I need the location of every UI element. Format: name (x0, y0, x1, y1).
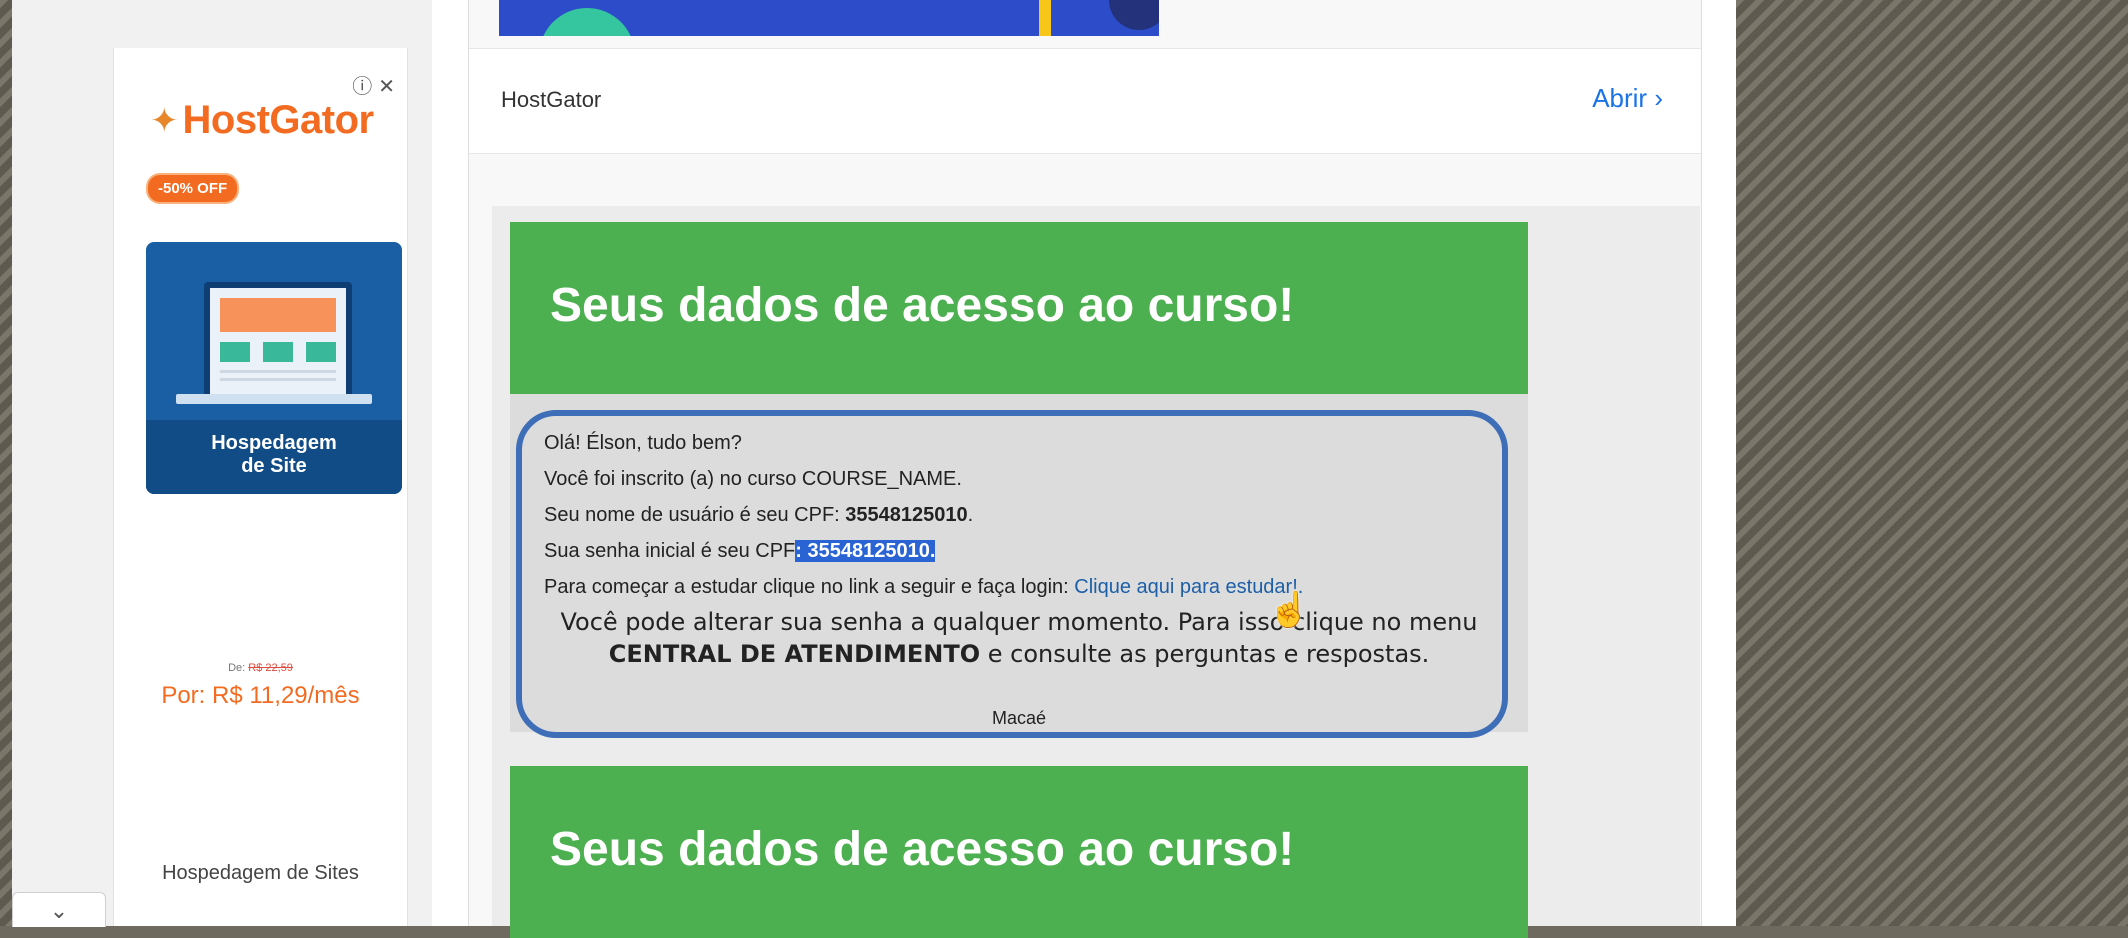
promo-card[interactable]: Hospedagem de Site (146, 242, 402, 494)
new-price: Por: R$ 11,29/mês (161, 682, 360, 709)
hand-cursor-icon: ☝ (1268, 591, 1311, 629)
chevron-down-icon: ⌄ (49, 898, 69, 923)
background-stripes-right (1736, 0, 2128, 926)
email-header-repeat: Seus dados de acesso ao curso! (510, 766, 1528, 938)
ad-footer-text[interactable]: Hospedagem de Sites (114, 862, 407, 885)
laptop-icon (204, 282, 352, 400)
email-heading-repeat: Seus dados de acesso ao curso! (550, 823, 1295, 876)
open-ad-button[interactable]: Abrir › (1592, 83, 1663, 114)
background-stripes-left (0, 0, 12, 926)
old-price: De: R$ 22,59 (228, 662, 293, 674)
advertiser-name: HostGator (501, 87, 602, 112)
chevron-right-icon: › (1654, 83, 1663, 113)
discount-badge: -50% OFF (146, 173, 240, 204)
email-heading: Seus dados de acesso ao curso! (550, 279, 1295, 332)
brand-name: HostGator (182, 98, 375, 142)
ad-bar: HostGator Abrir › (469, 48, 1701, 154)
info-icon[interactable]: ⓘ (352, 76, 378, 98)
email-header: Seus dados de acesso ao curso! (510, 222, 1528, 394)
close-icon[interactable]: ✕ (378, 76, 401, 98)
highlight-annotation (516, 410, 1508, 738)
ad-controls: ⓘ✕ (352, 70, 401, 99)
hostgator-logo[interactable]: ✦ HostGator (150, 98, 374, 143)
hostgator-ad[interactable]: ⓘ✕ ✦ HostGator -50% OFF Hospedagem de Si… (113, 48, 408, 926)
collapse-ad-button[interactable]: ⌄ (12, 892, 106, 927)
gator-mascot-icon: ✦ (150, 101, 179, 140)
ad-banner-image[interactable] (499, 0, 1159, 36)
promo-title: Hospedagem de Site (146, 420, 402, 494)
